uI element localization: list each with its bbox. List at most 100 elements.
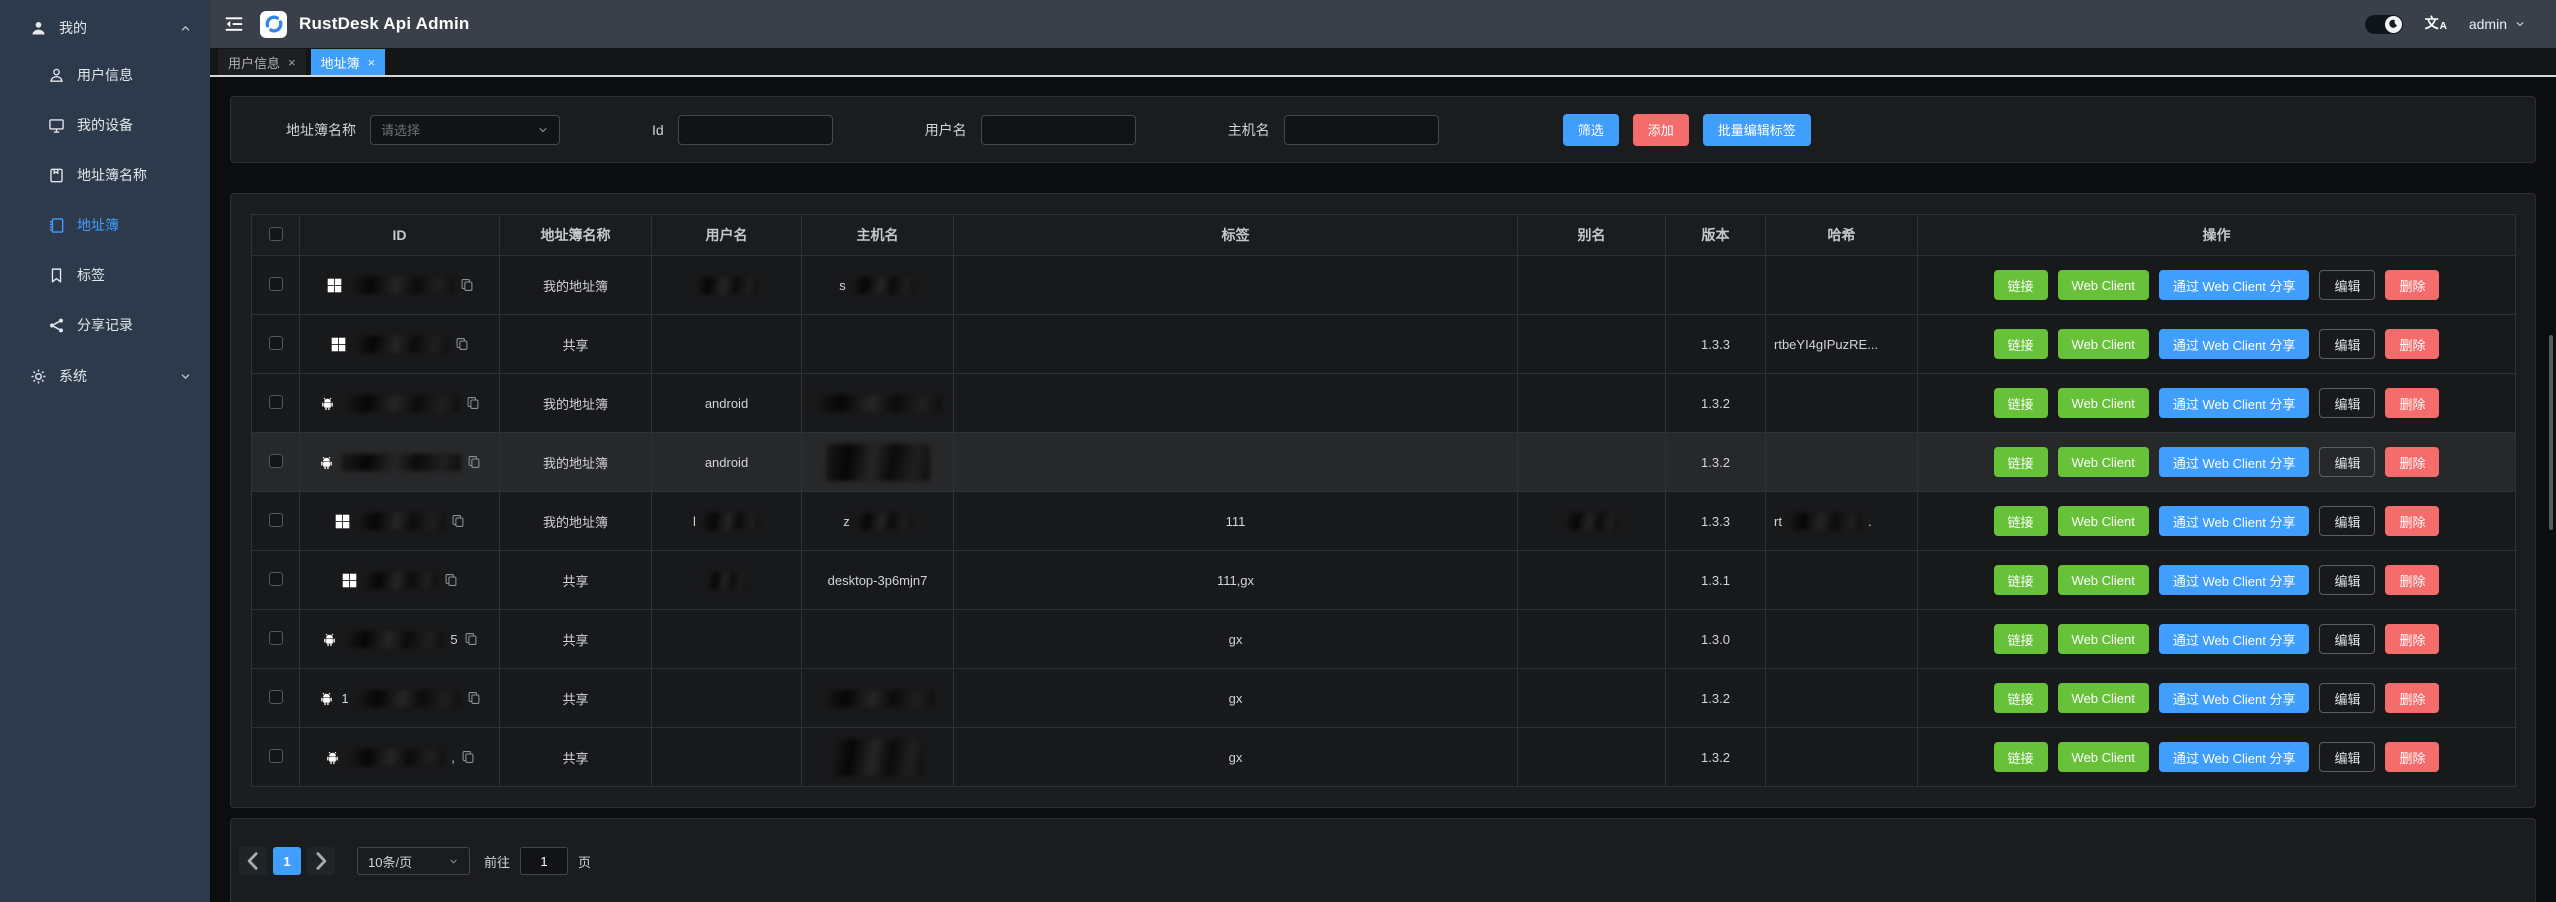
edit-button[interactable]: 编辑	[2319, 329, 2375, 359]
delete-button[interactable]: 删除	[2385, 447, 2439, 477]
link-button[interactable]: 链接	[1994, 506, 2048, 536]
share-via-web-client-button[interactable]: 通过 Web Client 分享	[2159, 624, 2310, 654]
sidebar-item-user-info[interactable]: 用户信息	[0, 50, 210, 100]
filter-button[interactable]: 筛选	[1563, 114, 1619, 146]
share-icon	[48, 317, 65, 334]
content-area: 地址簿名称请选择Id用户名主机名筛选添加批量编辑标签 ID地址簿名称用户名主机名…	[210, 79, 2556, 902]
sidebar-item-address-book-name[interactable]: 地址簿名称	[0, 150, 210, 200]
delete-button[interactable]: 删除	[2385, 270, 2439, 300]
share-via-web-client-button[interactable]: 通过 Web Client 分享	[2159, 270, 2310, 300]
edit-button[interactable]: 编辑	[2319, 270, 2375, 300]
page-size-select[interactable]: 10条/页	[357, 847, 470, 875]
web-client-button[interactable]: Web Client	[2058, 388, 2149, 418]
web-client-button[interactable]: Web Client	[2058, 683, 2149, 713]
link-button[interactable]: 链接	[1994, 388, 2048, 418]
fold-menu-icon[interactable]	[224, 14, 244, 34]
delete-button[interactable]: 删除	[2385, 683, 2439, 713]
row-checkbox[interactable]	[269, 513, 283, 527]
tags-cell	[954, 374, 1518, 433]
close-icon[interactable]: ×	[368, 56, 376, 69]
edit-button[interactable]: 编辑	[2319, 683, 2375, 713]
tab-user-info[interactable]: 用户信息×	[218, 49, 306, 75]
row-checkbox[interactable]	[269, 749, 283, 763]
copy-icon[interactable]	[466, 396, 480, 410]
address-book-name-select[interactable]: 请选择	[370, 115, 560, 145]
link-button[interactable]: 链接	[1994, 329, 2048, 359]
language-icon[interactable]: 文A	[2425, 16, 2447, 32]
row-checkbox[interactable]	[269, 395, 283, 409]
sidebar-group-system[interactable]: 系统	[0, 354, 210, 398]
web-client-button[interactable]: Web Client	[2058, 447, 2149, 477]
share-via-web-client-button[interactable]: 通过 Web Client 分享	[2159, 506, 2310, 536]
delete-button[interactable]: 删除	[2385, 506, 2439, 536]
goto-page-input[interactable]	[520, 847, 568, 875]
delete-button[interactable]: 删除	[2385, 624, 2439, 654]
copy-icon[interactable]	[444, 573, 458, 587]
close-icon[interactable]: ×	[288, 56, 296, 69]
link-button[interactable]: 链接	[1994, 565, 2048, 595]
edit-button[interactable]: 编辑	[2319, 742, 2375, 772]
edit-button[interactable]: 编辑	[2319, 624, 2375, 654]
row-checkbox[interactable]	[269, 454, 283, 468]
edit-button[interactable]: 编辑	[2319, 447, 2375, 477]
copy-icon[interactable]	[467, 455, 481, 469]
share-via-web-client-button[interactable]: 通过 Web Client 分享	[2159, 683, 2310, 713]
sidebar-item-label: 地址簿名称	[77, 165, 147, 185]
batch-edit-tags-button[interactable]: 批量编辑标签	[1703, 114, 1811, 146]
link-button[interactable]: 链接	[1994, 270, 2048, 300]
copy-icon[interactable]	[464, 632, 478, 646]
select-all-checkbox[interactable]	[269, 227, 283, 241]
actions-cell: 链接 Web Client 通过 Web Client 分享编辑删除	[1918, 374, 2516, 433]
web-client-button[interactable]: Web Client	[2058, 329, 2149, 359]
copy-icon[interactable]	[460, 278, 474, 292]
edit-button[interactable]: 编辑	[2319, 506, 2375, 536]
username-input[interactable]	[981, 115, 1136, 145]
share-via-web-client-button[interactable]: 通过 Web Client 分享	[2159, 742, 2310, 772]
link-button[interactable]: 链接	[1994, 683, 2048, 713]
page-button-1[interactable]: 1	[273, 847, 301, 875]
link-button[interactable]: 链接	[1994, 447, 2048, 477]
copy-icon[interactable]	[461, 750, 475, 764]
sidebar-item-address-book[interactable]: 地址簿	[0, 200, 210, 250]
row-checkbox[interactable]	[269, 631, 283, 645]
sidebar-item-my-devices[interactable]: 我的设备	[0, 100, 210, 150]
web-client-button[interactable]: Web Client	[2058, 742, 2149, 772]
row-checkbox[interactable]	[269, 690, 283, 704]
link-button[interactable]: 链接	[1994, 742, 2048, 772]
dark-mode-toggle[interactable]	[2365, 15, 2403, 34]
id-input[interactable]	[678, 115, 833, 145]
sidebar-item-tags[interactable]: 标签	[0, 250, 210, 300]
prev-page-button[interactable]	[239, 847, 267, 875]
share-via-web-client-button[interactable]: 通过 Web Client 分享	[2159, 447, 2310, 477]
table-row: 5共享gx1.3.0链接Web Client通过 Web Client 分享编辑…	[252, 610, 2516, 669]
delete-button[interactable]: 删除	[2385, 742, 2439, 772]
tags-cell	[954, 433, 1518, 492]
edit-button[interactable]: 编辑	[2319, 388, 2375, 418]
web-client-button[interactable]: Web Client	[2058, 565, 2149, 595]
edit-button[interactable]: 编辑	[2319, 565, 2375, 595]
web-client-button[interactable]: Web Client	[2058, 624, 2149, 654]
link-button[interactable]: 链接	[1994, 624, 2048, 654]
web-client-button[interactable]: Web Client	[2058, 506, 2149, 536]
row-checkbox[interactable]	[269, 336, 283, 350]
web-client-button[interactable]: Web Client	[2058, 270, 2149, 300]
scrollbar-thumb[interactable]	[2549, 335, 2553, 530]
tab-address-book[interactable]: 地址簿×	[311, 49, 386, 75]
share-via-web-client-button[interactable]: 通过 Web Client 分享	[2159, 565, 2310, 595]
delete-button[interactable]: 删除	[2385, 329, 2439, 359]
add-button[interactable]: 添加	[1633, 114, 1689, 146]
delete-button[interactable]: 删除	[2385, 565, 2439, 595]
user-menu[interactable]: admin	[2469, 16, 2526, 32]
row-checkbox[interactable]	[269, 572, 283, 586]
share-via-web-client-button[interactable]: 通过 Web Client 分享	[2159, 388, 2310, 418]
copy-icon[interactable]	[455, 337, 469, 351]
share-via-web-client-button[interactable]: 通过 Web Client 分享	[2159, 329, 2310, 359]
row-checkbox[interactable]	[269, 277, 283, 291]
next-page-button[interactable]	[307, 847, 335, 875]
hostname-input[interactable]	[1284, 115, 1439, 145]
copy-icon[interactable]	[467, 691, 481, 705]
delete-button[interactable]: 删除	[2385, 388, 2439, 418]
copy-icon[interactable]	[451, 514, 465, 528]
sidebar-group-mine[interactable]: 我的	[0, 6, 210, 50]
sidebar-item-share-records[interactable]: 分享记录	[0, 300, 210, 350]
